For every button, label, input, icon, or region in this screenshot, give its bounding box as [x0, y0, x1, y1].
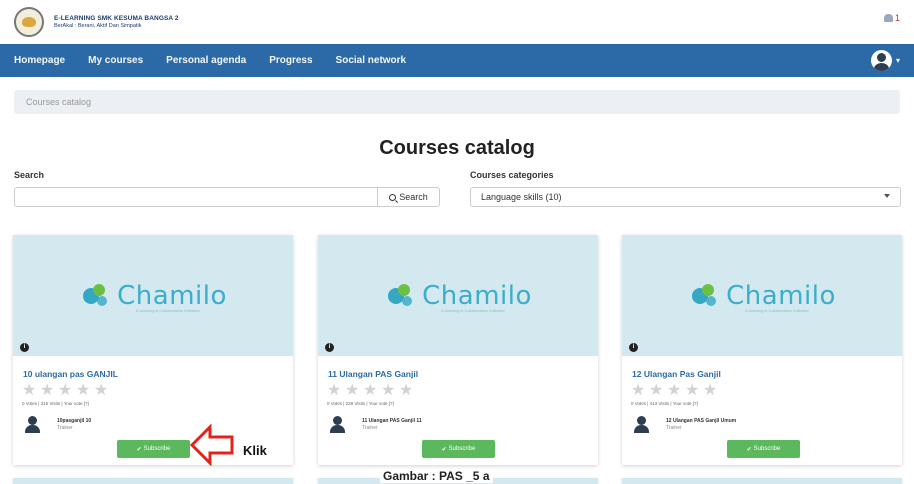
info-icon[interactable]: i: [325, 343, 334, 352]
info-icon[interactable]: i: [629, 343, 638, 352]
user-menu[interactable]: ▾: [870, 50, 900, 71]
catalog-filters: Search Search Courses categories Languag…: [0, 170, 914, 218]
teacher-avatar-icon: [329, 416, 346, 433]
chamilo-logo-subtext: E-learning & Collaboration Software: [136, 308, 200, 313]
school-slogan: BerAkal : Berani, Aktif Dan Simpatik: [54, 23, 142, 29]
search-icon: [389, 193, 397, 201]
info-icon[interactable]: i: [20, 343, 29, 352]
star-icon[interactable]: ★: [94, 383, 111, 399]
teacher-name[interactable]: 10pasganjil 10: [57, 418, 91, 424]
klik-annotation: Klik: [243, 443, 267, 458]
categories-selected: Language skills (10): [481, 192, 562, 202]
categories-label: Courses categories: [470, 170, 554, 180]
star-icon[interactable]: ★: [22, 383, 39, 399]
subscribe-label: Subscribe: [448, 446, 476, 452]
nav-homepage[interactable]: Homepage: [14, 55, 65, 66]
star-icon[interactable]: ★: [58, 383, 75, 399]
subscribe-button[interactable]: ✔ Subscribe: [727, 440, 800, 458]
course-card: Chamilo E-learning & Collaboration Softw…: [13, 235, 293, 465]
check-icon: ✔: [136, 446, 142, 453]
subscribe-button[interactable]: ✔ Subscribe: [117, 440, 190, 458]
teacher-avatar-icon: [24, 416, 41, 433]
teacher-role: Trainer: [57, 425, 73, 431]
subscribe-label: Subscribe: [753, 446, 781, 452]
course-card: Chamilo E-learning & Collaboration Softw…: [318, 235, 598, 465]
course-title[interactable]: 11 Ulangan PAS Ganjil: [328, 369, 418, 379]
star-icon[interactable]: ★: [363, 383, 380, 399]
teacher-name[interactable]: 11 Ulangan PAS Ganjil 11: [362, 418, 422, 424]
breadcrumb-item[interactable]: Courses catalog: [26, 97, 91, 107]
star-icon[interactable]: ★: [631, 383, 648, 399]
school-logo-icon[interactable]: [14, 7, 44, 37]
course-card: Chamilo E-learning & Collaboration Softw…: [622, 235, 902, 465]
course-image[interactable]: Chamilo E-learning & Collaboration Softw…: [318, 235, 598, 356]
course-title[interactable]: 10 ulangan pas GANJIL: [23, 369, 118, 379]
star-icon[interactable]: ★: [327, 383, 344, 399]
notification-icon: [883, 14, 893, 22]
nav-social-network[interactable]: Social network: [336, 55, 407, 66]
page-title: Courses catalog: [379, 137, 535, 159]
course-stats: 0 Votes | 413 Visits | Your vote [?]: [631, 401, 698, 406]
rating-stars[interactable]: ★ ★ ★ ★ ★: [22, 383, 111, 399]
chamilo-logo-subtext: E-learning & Collaboration Software: [441, 308, 505, 313]
chamilo-logo-subtext: E-learning & Collaboration Software: [745, 308, 809, 313]
search-label: Search: [14, 170, 45, 180]
chevron-down-icon: ▾: [895, 56, 900, 65]
notification-count: 1: [894, 13, 900, 23]
chamilo-logo-text: Chamilo: [726, 280, 836, 311]
check-icon: ✔: [746, 446, 752, 453]
course-stats: 0 Votes | 228 Visits | Your vote [?]: [327, 401, 394, 406]
course-title[interactable]: 12 Ulangan Pas Ganjil: [632, 369, 721, 379]
chamilo-logo-icon: [384, 282, 416, 310]
chamilo-logo-text: Chamilo: [117, 280, 227, 311]
search-button-label: Search: [399, 192, 428, 202]
chamilo-logo-text: Chamilo: [422, 280, 532, 311]
search-button[interactable]: Search: [377, 187, 440, 207]
school-name: E-LEARNING SMK KESUMA BANGSA 2: [54, 15, 179, 22]
star-icon[interactable]: ★: [381, 383, 398, 399]
course-image[interactable]: Chamilo E-learning & Collaboration Softw…: [13, 235, 293, 356]
teacher-avatar-icon: [633, 416, 650, 433]
categories-select[interactable]: Language skills (10): [470, 187, 901, 207]
nav-progress[interactable]: Progress: [269, 55, 312, 66]
breadcrumb: Courses catalog: [14, 90, 900, 114]
star-icon[interactable]: ★: [685, 383, 702, 399]
teacher-name[interactable]: 12 Ulangan PAS Ganjil Umum: [666, 418, 736, 424]
course-card-partial[interactable]: [622, 478, 902, 484]
star-icon[interactable]: ★: [399, 383, 416, 399]
star-icon[interactable]: ★: [667, 383, 684, 399]
course-image[interactable]: Chamilo E-learning & Collaboration Softw…: [622, 235, 902, 356]
notification-button[interactable]: 1: [883, 13, 900, 23]
figure-caption: Gambar : PAS _5 a: [380, 469, 493, 483]
search-input[interactable]: [14, 187, 378, 207]
star-icon[interactable]: ★: [345, 383, 362, 399]
user-avatar-icon: [870, 50, 892, 71]
brand: E-LEARNING SMK KESUMA BANGSA 2 BerAkal :…: [54, 15, 179, 29]
teacher-role: Trainer: [666, 425, 682, 431]
top-header: E-LEARNING SMK KESUMA BANGSA 2 BerAkal :…: [0, 0, 914, 44]
nav-personal-agenda[interactable]: Personal agenda: [166, 55, 246, 66]
chamilo-logo-icon: [79, 282, 111, 310]
star-icon[interactable]: ★: [76, 383, 93, 399]
subscribe-button[interactable]: ✔ Subscribe: [422, 440, 495, 458]
main-navbar: Homepage My courses Personal agenda Prog…: [0, 44, 914, 77]
red-arrow-icon: [190, 424, 234, 466]
chamilo-logo-icon: [688, 282, 720, 310]
rating-stars[interactable]: ★ ★ ★ ★ ★: [631, 383, 720, 399]
course-card-partial[interactable]: [13, 478, 293, 484]
dropdown-arrow-icon: [884, 194, 890, 198]
star-icon[interactable]: ★: [703, 383, 720, 399]
star-icon[interactable]: ★: [40, 383, 57, 399]
subscribe-label: Subscribe: [143, 446, 171, 452]
rating-stars[interactable]: ★ ★ ★ ★ ★: [327, 383, 416, 399]
check-icon: ✔: [441, 446, 447, 453]
course-stats: 0 Votes | 316 Visits | Your vote [?]: [22, 401, 89, 406]
nav-my-courses[interactable]: My courses: [88, 55, 143, 66]
teacher-role: Trainer: [362, 425, 378, 431]
star-icon[interactable]: ★: [649, 383, 666, 399]
